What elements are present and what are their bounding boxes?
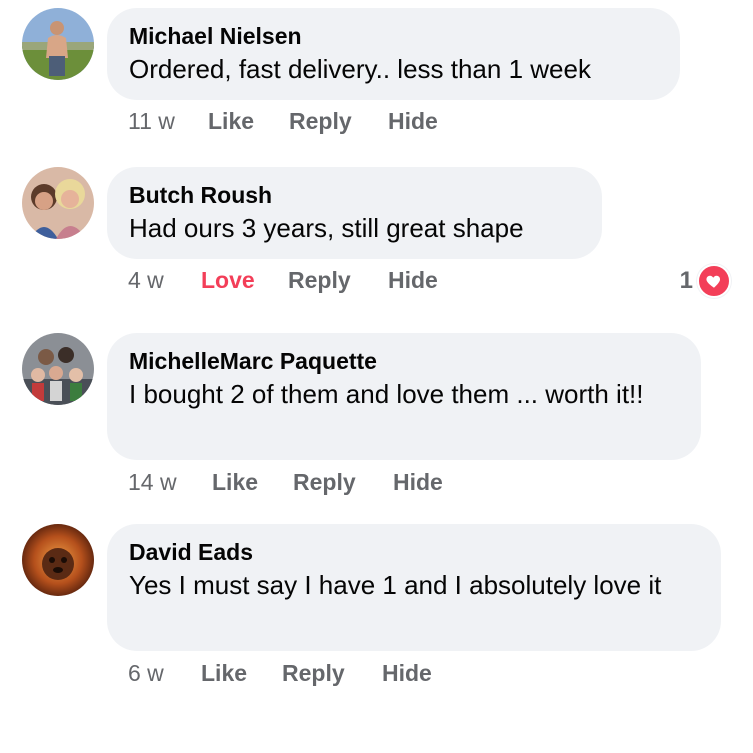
avatar[interactable] <box>22 8 94 80</box>
reply-button[interactable]: Reply <box>288 267 351 294</box>
comment-author[interactable]: Butch Roush <box>129 180 580 210</box>
comment-text: Had ours 3 years, still great shape <box>129 213 524 243</box>
like-button[interactable]: Like <box>201 660 247 687</box>
person-outdoors-avatar-icon <box>22 8 94 80</box>
couple-avatar-icon <box>22 167 94 239</box>
love-button[interactable]: Love <box>201 267 255 294</box>
comment-bubble: Michael Nielsen Ordered, fast delivery..… <box>107 8 680 100</box>
avatar[interactable] <box>22 167 94 239</box>
comment-author[interactable]: Michael Nielsen <box>129 21 658 51</box>
comment-timestamp[interactable]: 6 w <box>128 660 164 687</box>
comment-bubble: Butch Roush Had ours 3 years, still grea… <box>107 167 602 259</box>
hide-button[interactable]: Hide <box>393 469 443 496</box>
reaction-count: 1 <box>679 267 693 294</box>
avatar[interactable] <box>22 524 94 596</box>
comment-text: Yes I must say I have 1 and I absolutely… <box>129 570 662 600</box>
hide-button[interactable]: Hide <box>388 267 438 294</box>
comment-bubble: MichelleMarc Paquette I bought 2 of them… <box>107 333 701 460</box>
comment-timestamp[interactable]: 11 w <box>128 108 175 135</box>
comment-timestamp[interactable]: 14 w <box>128 469 177 496</box>
heart-icon <box>697 264 731 298</box>
comment-author[interactable]: MichelleMarc Paquette <box>129 346 679 376</box>
like-button[interactable]: Like <box>208 108 254 135</box>
reply-button[interactable]: Reply <box>293 469 356 496</box>
comment-author[interactable]: David Eads <box>129 537 699 567</box>
reply-button[interactable]: Reply <box>282 660 345 687</box>
like-button[interactable]: Like <box>212 469 258 496</box>
comment-text: I bought 2 of them and love them ... wor… <box>129 379 644 409</box>
dog-avatar-icon <box>22 524 94 596</box>
comment-timestamp[interactable]: 4 w <box>128 267 164 294</box>
comment-bubble: David Eads Yes I must say I have 1 and I… <box>107 524 721 651</box>
avatar[interactable] <box>22 333 94 405</box>
family-avatar-icon <box>22 333 94 405</box>
hide-button[interactable]: Hide <box>388 108 438 135</box>
reply-button[interactable]: Reply <box>289 108 352 135</box>
comment-text: Ordered, fast delivery.. less than 1 wee… <box>129 54 591 84</box>
reaction-summary[interactable]: 1 <box>680 264 731 298</box>
hide-button[interactable]: Hide <box>382 660 432 687</box>
